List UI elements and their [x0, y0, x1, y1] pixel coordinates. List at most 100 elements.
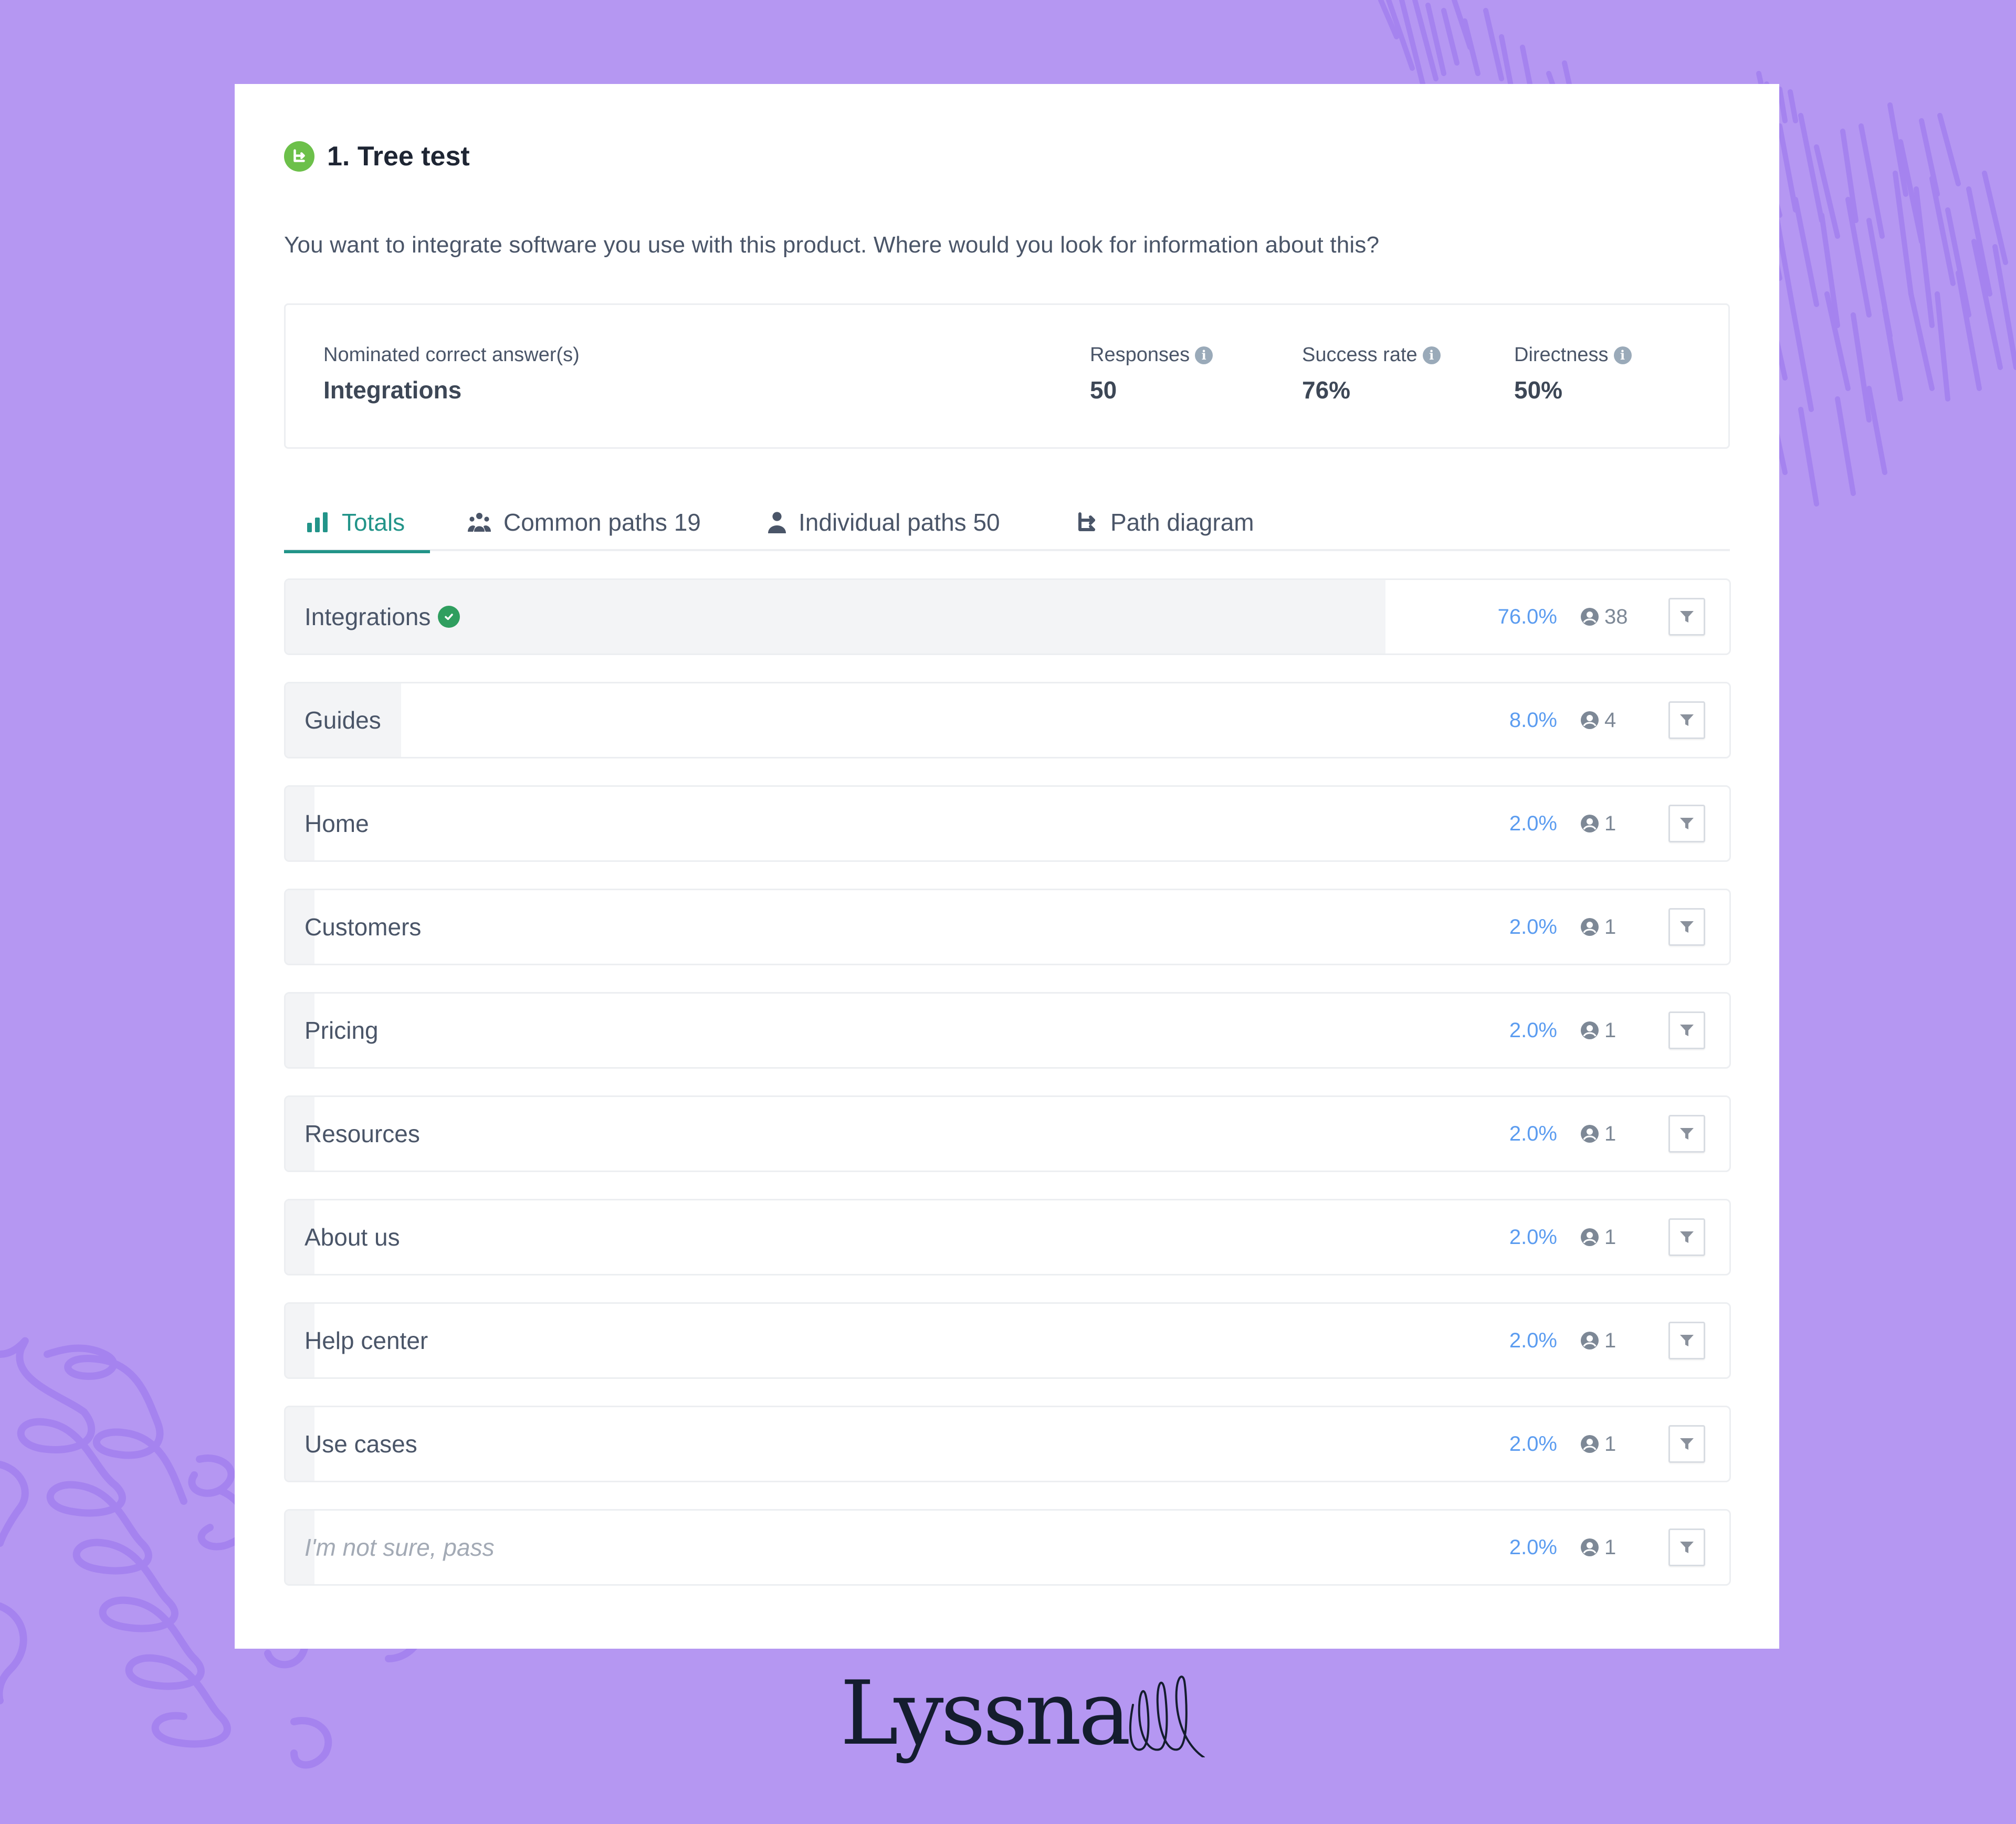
result-label-text: Resources [304, 1120, 420, 1147]
result-percent: 2.0% [1509, 1225, 1557, 1249]
result-row[interactable]: Pricing 2.0% 1 [284, 992, 1731, 1069]
info-icon[interactable]: i [1195, 346, 1213, 364]
filter-icon [1680, 1231, 1694, 1243]
result-row[interactable]: About us 2.0% 1 [284, 1199, 1731, 1275]
logo-wordmark: Lyssna [840, 1662, 1131, 1765]
person-icon [768, 512, 786, 533]
section-header: 1. Tree test [284, 141, 470, 172]
tree-test-icon [284, 141, 314, 172]
tab-totals[interactable]: Totals [284, 493, 430, 553]
filter-icon [1680, 818, 1694, 829]
filter-icon [1680, 714, 1694, 726]
responses-label: Responses [1090, 344, 1190, 366]
result-count-value: 1 [1604, 1018, 1616, 1042]
filter-button[interactable] [1668, 1218, 1705, 1256]
result-count: 1 [1580, 787, 1616, 860]
directness-value: 50% [1514, 376, 1563, 404]
result-count: 1 [1580, 994, 1616, 1067]
tree-test-results-card: 1. Tree test You want to integrate softw… [235, 84, 1779, 1649]
filter-icon [1680, 611, 1694, 623]
participant-icon [1581, 608, 1599, 626]
result-label-text: Customers [304, 913, 422, 941]
tab-individual-paths-label: Individual paths 50 [799, 509, 1000, 536]
info-icon[interactable]: i [1613, 346, 1632, 364]
result-label-text: Help center [304, 1327, 428, 1354]
result-count-value: 1 [1604, 1225, 1616, 1249]
result-row[interactable]: Customers 2.0% 1 [284, 889, 1731, 965]
result-count-value: 1 [1604, 1122, 1616, 1145]
directness-label: Directness [1514, 344, 1609, 366]
result-row[interactable]: Use cases 2.0% 1 [284, 1406, 1731, 1482]
result-label: Help center [304, 1304, 428, 1377]
filter-button[interactable] [1668, 908, 1705, 946]
participant-icon [1581, 918, 1599, 936]
lyssna-logo: Lyssna [840, 1669, 1206, 1757]
result-count: 4 [1580, 683, 1616, 757]
success-rate-stat: Success rate i 76% [1302, 344, 1441, 404]
result-label: About us [304, 1200, 400, 1274]
result-count-value: 1 [1604, 915, 1616, 939]
result-percent: 2.0% [1509, 1329, 1557, 1352]
result-label: Customers [304, 890, 421, 964]
tab-totals-label: Totals [342, 509, 405, 536]
filter-button[interactable] [1668, 701, 1705, 739]
participant-icon [1581, 1435, 1599, 1453]
section-title: 1. Tree test [327, 141, 470, 172]
result-count: 1 [1580, 1407, 1616, 1481]
filter-button[interactable] [1668, 1011, 1705, 1049]
result-label: Home [304, 787, 369, 860]
result-row[interactable]: Resources 2.0% 1 [284, 1095, 1731, 1172]
bar-chart-icon [307, 512, 328, 532]
filter-icon [1680, 1025, 1694, 1036]
tab-individual-paths[interactable]: Individual paths 50 [768, 493, 1000, 551]
result-row[interactable]: Integrations 76.0% 38 [284, 578, 1731, 655]
logo-squiggle-icon [1129, 1675, 1205, 1757]
filter-button[interactable] [1668, 1528, 1705, 1566]
info-icon[interactable]: i [1422, 346, 1441, 364]
responses-stat: Responses i 50 [1090, 344, 1213, 404]
result-percent: 2.0% [1509, 811, 1557, 835]
tab-path-diagram[interactable]: Path diagram [1077, 493, 1254, 551]
directness-stat: Directness i 50% [1514, 344, 1632, 404]
result-label-text: About us [304, 1224, 400, 1251]
result-row[interactable]: I'm not sure, pass 2.0% 1 [284, 1509, 1731, 1586]
result-label: Integrations [304, 580, 460, 653]
filter-button[interactable] [1668, 805, 1705, 842]
filter-icon [1680, 1128, 1694, 1140]
filter-button[interactable] [1668, 1425, 1705, 1463]
participant-icon [1581, 711, 1599, 729]
filter-button[interactable] [1668, 1322, 1705, 1359]
result-label-text: I'm not sure, pass [304, 1534, 495, 1561]
result-percent: 2.0% [1509, 1535, 1557, 1559]
result-label-text: Guides [304, 707, 381, 734]
result-percent: 2.0% [1509, 1122, 1557, 1145]
result-count-value: 1 [1604, 1329, 1616, 1352]
correct-answer-stat: Nominated correct answer(s) Integrations [323, 344, 580, 404]
result-row[interactable]: Help center 2.0% 1 [284, 1302, 1731, 1379]
success-rate-label: Success rate [1302, 344, 1418, 366]
tab-common-paths[interactable]: Common paths 19 [468, 493, 701, 551]
result-label-text: Integrations [304, 603, 431, 630]
filter-button[interactable] [1668, 1115, 1705, 1153]
result-row[interactable]: Guides 8.0% 4 [284, 682, 1731, 758]
filter-icon [1680, 1335, 1694, 1346]
result-label: Pricing [304, 994, 379, 1067]
participant-icon [1581, 1021, 1599, 1039]
correct-answer-label: Nominated correct answer(s) [323, 344, 580, 366]
result-percent: 2.0% [1509, 915, 1557, 939]
filter-icon [1680, 921, 1694, 933]
result-percent: 8.0% [1509, 708, 1557, 732]
filter-button[interactable] [1668, 598, 1705, 636]
result-count-value: 1 [1604, 1432, 1616, 1456]
participant-icon [1581, 1332, 1599, 1349]
result-row[interactable]: Home 2.0% 1 [284, 785, 1731, 862]
tab-path-diagram-label: Path diagram [1110, 509, 1254, 536]
result-count: 1 [1580, 1511, 1616, 1584]
result-percent: 2.0% [1509, 1432, 1557, 1456]
result-count: 1 [1580, 1097, 1616, 1171]
result-label: Guides [304, 683, 381, 757]
result-label: Resources [304, 1097, 420, 1171]
result-count-value: 1 [1604, 811, 1616, 835]
result-count-value: 4 [1604, 708, 1616, 732]
result-label: Use cases [304, 1407, 417, 1481]
